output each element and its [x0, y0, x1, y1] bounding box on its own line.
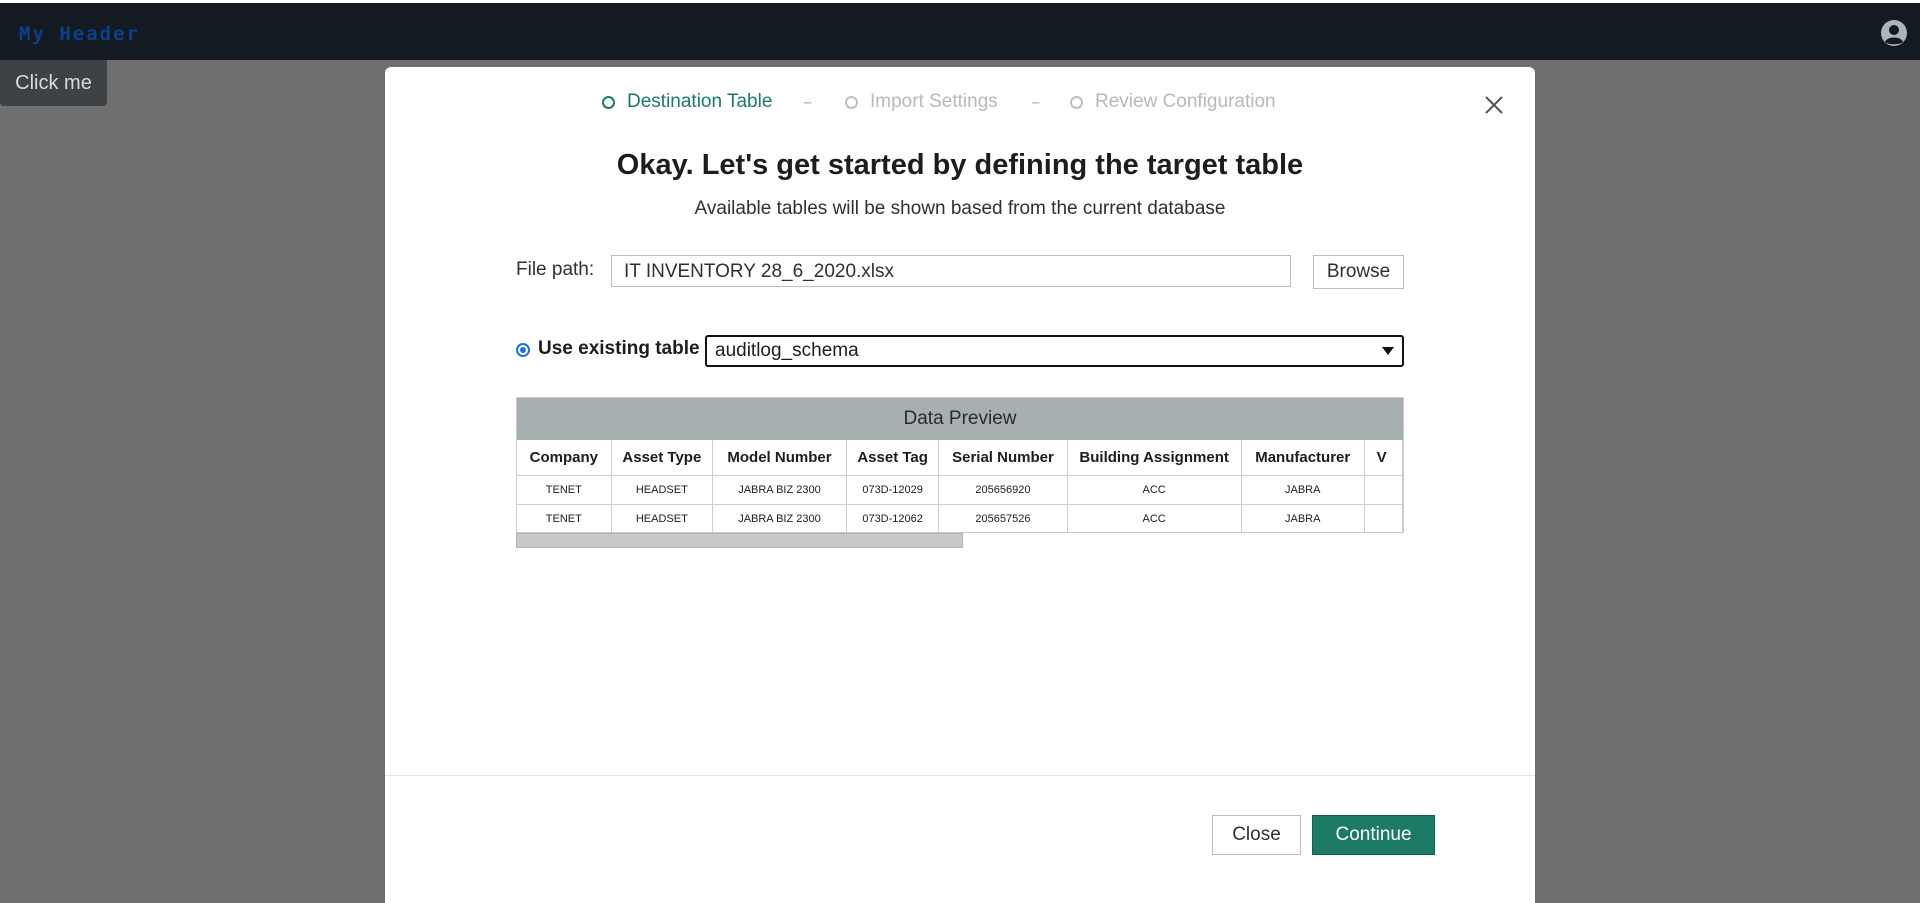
click-me-button[interactable]: Click me [0, 60, 107, 106]
table-cell: HEADSET [611, 504, 714, 532]
table-cell: JABRA [1241, 504, 1365, 532]
use-existing-table-label[interactable]: Use existing table [538, 338, 700, 360]
column-header[interactable]: Asset Type [611, 440, 714, 476]
table-cell: TENET [517, 504, 612, 532]
import-modal: Destination Table – Import Settings – Re… [385, 67, 1535, 903]
app-header: My Header [0, 3, 1920, 60]
table-cell: JABRA [1241, 475, 1365, 505]
browse-button[interactable]: Browse [1313, 255, 1404, 289]
preview-horizontal-scrollbar[interactable] [516, 533, 1404, 548]
step-review-configuration[interactable]: Review Configuration [1070, 91, 1276, 113]
table-row: TENET HEADSET JABRA BIZ 2300 073D-12062 … [517, 504, 1403, 532]
modal-heading: Okay. Let's get started by defining the … [616, 149, 1304, 181]
data-preview: Data Preview Company Asset Type Model Nu… [516, 397, 1404, 533]
continue-button[interactable]: Continue [1312, 815, 1435, 855]
user-circle-icon[interactable] [1880, 19, 1908, 47]
table-cell: 073D-12062 [846, 504, 940, 532]
file-path-input[interactable]: IT INVENTORY 28_6_2020.xlsx [611, 255, 1291, 287]
column-header[interactable]: V [1364, 440, 1403, 476]
step-dot-icon [845, 95, 858, 109]
use-existing-table-radio[interactable] [516, 343, 530, 357]
table-cell: JABRA BIZ 2300 [712, 504, 847, 532]
step-label: Review Configuration [1095, 91, 1276, 112]
close-icon[interactable] [1482, 93, 1506, 117]
step-separator: – [1031, 91, 1041, 113]
data-preview-table: Company Asset Type Model Number Asset Ta… [517, 440, 1403, 532]
modal-subheading: Available tables will be shown based fro… [694, 198, 1226, 219]
step-import-settings[interactable]: Import Settings [845, 91, 998, 113]
table-cell: ACC [1067, 504, 1242, 532]
file-path-label: File path: [516, 259, 595, 280]
column-header[interactable]: Asset Tag [846, 440, 940, 476]
column-header[interactable]: Building Assignment [1067, 440, 1242, 476]
existing-table-select[interactable]: auditlog_schema [705, 335, 1404, 367]
table-cell: 205656920 [938, 475, 1068, 505]
column-header[interactable]: Serial Number [938, 440, 1068, 476]
table-cell: 205657526 [938, 504, 1068, 532]
step-label: Destination Table [627, 91, 773, 112]
existing-table-selected: auditlog_schema [715, 340, 859, 361]
data-preview-title: Data Preview [517, 398, 1403, 440]
column-header[interactable]: Company [517, 440, 612, 476]
footer-divider [385, 775, 1535, 776]
caret-down-icon [1382, 347, 1394, 355]
table-cell: TENET [517, 475, 612, 505]
scrollbar-thumb[interactable] [516, 533, 963, 548]
close-button[interactable]: Close [1212, 815, 1301, 855]
table-cell: ACC [1067, 475, 1242, 505]
step-separator: – [803, 91, 813, 113]
column-header[interactable]: Model Number [712, 440, 847, 476]
column-header[interactable]: Manufacturer [1241, 440, 1365, 476]
step-dot-icon [602, 95, 615, 109]
step-label: Import Settings [870, 91, 998, 112]
stepper: Destination Table – Import Settings – Re… [385, 91, 1535, 121]
table-cell [1364, 504, 1403, 532]
table-cell: JABRA BIZ 2300 [712, 475, 847, 505]
table-header-row: Company Asset Type Model Number Asset Ta… [517, 440, 1403, 476]
table-row: TENET HEADSET JABRA BIZ 2300 073D-12029 … [517, 475, 1403, 505]
step-dot-icon [1070, 95, 1083, 109]
table-cell [1364, 475, 1403, 505]
table-cell: HEADSET [611, 475, 714, 505]
table-cell: 073D-12029 [846, 475, 940, 505]
app-title: My Header [19, 23, 140, 45]
step-destination-table[interactable]: Destination Table [602, 91, 772, 113]
